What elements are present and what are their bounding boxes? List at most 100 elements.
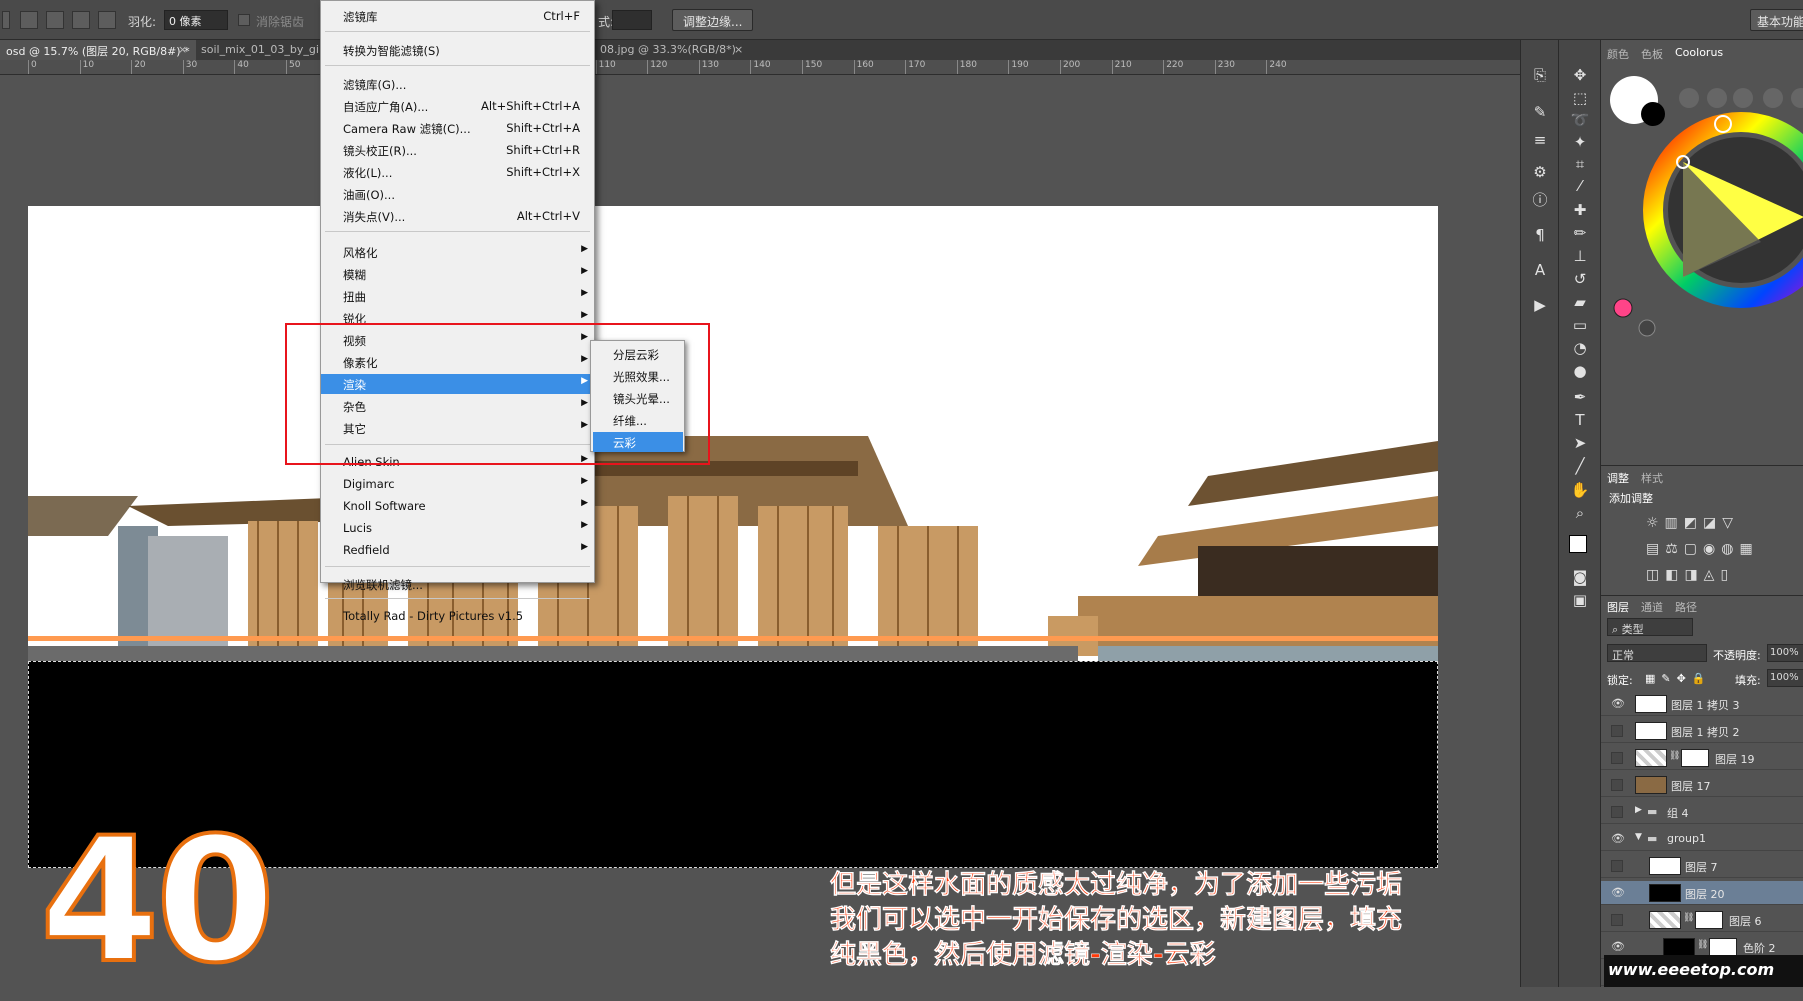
link-icon[interactable]: ⛓ (1683, 913, 1694, 923)
paragraph-icon[interactable]: ¶ (1530, 225, 1550, 245)
filter-menu-item[interactable]: 滤镜库 Ctrl+F (321, 6, 594, 26)
tab-color[interactable]: 颜色 (1607, 46, 1629, 62)
brush-tool-icon[interactable]: ✏ (1570, 223, 1590, 243)
visibility-toggle[interactable] (1611, 779, 1623, 791)
history-icon[interactable]: ⎘ (1530, 65, 1550, 85)
visibility-toggle[interactable] (1611, 752, 1623, 764)
adjustment-icons[interactable]: ☼▥◩◪▽ ▤⚖▢◉◍▦ ◫◧◨◬▯ (1646, 510, 1796, 590)
history-brush-icon[interactable]: ↺ (1570, 269, 1590, 289)
info-icon[interactable]: ⓘ (1530, 190, 1550, 210)
visibility-toggle[interactable] (1611, 860, 1623, 872)
eye-icon[interactable]: 👁 (1611, 832, 1625, 845)
tool-preset-icon[interactable] (2, 11, 10, 29)
filter-menu-item[interactable]: 转换为智能滤镜(S) (321, 40, 594, 60)
filter-menu-item[interactable]: Camera Raw 滤镜(C)... Shift+Ctrl+A (321, 118, 594, 138)
filter-menu-item[interactable]: Digimarc ▶ (321, 474, 594, 494)
layer-row[interactable]: 👁 图层 20 (1601, 881, 1803, 905)
tab-paths[interactable]: 路径 (1675, 599, 1697, 615)
gradient-tool-icon[interactable]: ▭ (1570, 315, 1590, 335)
eraser-icon[interactable]: ▰ (1570, 292, 1590, 312)
new-selection-icon[interactable] (20, 11, 38, 29)
lock-icons[interactable]: ▦✎✥🔒 (1645, 672, 1712, 685)
filter-menu-item[interactable]: 油画(O)... (321, 184, 594, 204)
brush-preset-icon[interactable]: ✎ (1530, 102, 1550, 122)
pen-tool-icon[interactable]: ✒ (1570, 387, 1590, 407)
feather-input[interactable]: 0 像素 (164, 10, 228, 30)
link-icon[interactable]: ⛓ (1669, 751, 1680, 761)
expand-arrow-icon[interactable]: ▶ (1635, 805, 1642, 815)
layer-row[interactable]: 👁 图层 1 拷贝 3 (1601, 692, 1803, 716)
layer-row[interactable]: ▶ ▬ 组 4 (1601, 800, 1803, 824)
screen-mode-icon[interactable]: ▣ (1570, 590, 1590, 610)
layer-row[interactable]: ⛓ 图层 19 (1601, 746, 1803, 770)
doc-tab-jpg[interactable]: 08.jpg @ 33.3%(RGB/8*) (594, 40, 742, 60)
path-select-icon[interactable]: ➤ (1570, 433, 1590, 453)
eye-icon[interactable]: 👁 (1611, 940, 1625, 953)
move-tool-icon[interactable]: ✥ (1570, 65, 1590, 85)
lasso-tool-icon[interactable]: ➰ (1570, 110, 1590, 130)
foreground-color-swatch[interactable] (1569, 535, 1587, 553)
visibility-toggle[interactable] (1611, 806, 1623, 818)
filter-menu-item[interactable]: 自适应广角(A)... Alt+Shift+Ctrl+A (321, 96, 594, 116)
stamp-tool-icon[interactable]: ⊥ (1570, 246, 1590, 266)
antialias-checkbox[interactable] (238, 14, 250, 26)
close-tab-icon[interactable]: × (172, 40, 193, 60)
link-icon[interactable]: ⛓ (1697, 940, 1708, 950)
filter-menu-item[interactable]: 镜头校正(R)... Shift+Ctrl+R (321, 140, 594, 160)
height-input[interactable] (612, 10, 652, 30)
expand-arrow-icon[interactable]: ▼ (1635, 832, 1642, 842)
layer-row[interactable]: ⛓ 图层 6 (1601, 908, 1803, 932)
filter-menu-item[interactable]: Redfield ▶ (321, 540, 594, 560)
add-selection-icon[interactable] (46, 11, 64, 29)
magic-wand-icon[interactable]: ✦ (1570, 132, 1590, 152)
filter-menu-item[interactable]: 模糊 ▶ (321, 264, 594, 284)
filter-menu-item[interactable]: 扭曲 ▶ (321, 286, 594, 306)
line-tool-icon[interactable]: ╱ (1570, 456, 1590, 476)
filter-menu-item[interactable]: Totally Rad - Dirty Pictures v1.5 (321, 606, 594, 626)
adjust-icon[interactable]: ≡ (1530, 130, 1550, 150)
eye-icon[interactable]: 👁 (1611, 697, 1625, 710)
filter-menu-item[interactable]: Lucis ▶ (321, 518, 594, 538)
layer-row[interactable]: 图层 17 (1601, 773, 1803, 797)
type-tool-icon[interactable]: T (1570, 410, 1590, 430)
crop-tool-icon[interactable]: ⌗ (1570, 154, 1590, 174)
filter-menu-item[interactable]: Knoll Software ▶ (321, 496, 594, 516)
subtract-selection-icon[interactable] (72, 11, 90, 29)
clone-source-icon[interactable]: ⚙ (1530, 162, 1550, 182)
eyedropper-icon[interactable]: ⁄ (1570, 176, 1590, 196)
layer-filter-select[interactable]: ⌕ 类型 (1607, 618, 1693, 636)
layer-row[interactable]: 图层 7 (1601, 854, 1803, 878)
tab-layers[interactable]: 图层 (1607, 599, 1629, 615)
tab-adjust[interactable]: 调整 (1607, 470, 1629, 486)
blur-tool-icon[interactable]: ◔ (1570, 338, 1590, 358)
close-tab-icon[interactable]: × (728, 40, 749, 60)
quick-mask-icon[interactable]: ◙ (1570, 567, 1590, 587)
filter-menu-item[interactable]: 滤镜库(G)... (321, 74, 594, 94)
eye-icon[interactable]: 👁 (1611, 886, 1625, 899)
visibility-toggle[interactable] (1611, 725, 1623, 737)
healing-brush-icon[interactable]: ✚ (1570, 200, 1590, 220)
fill-input[interactable]: 100% (1767, 669, 1803, 687)
workspace-button[interactable]: 基本功能 (1750, 9, 1803, 31)
tab-swatches[interactable]: 色板 (1641, 46, 1663, 62)
filter-menu-item[interactable]: 消失点(V)... Alt+Ctrl+V (321, 206, 594, 226)
actions-icon[interactable]: ▶ (1530, 295, 1550, 315)
filter-menu-item[interactable]: 浏览联机滤镜... (321, 574, 594, 594)
intersect-selection-icon[interactable] (98, 11, 116, 29)
filter-menu-item[interactable]: 液化(L)... Shift+Ctrl+X (321, 162, 594, 182)
visibility-toggle[interactable] (1611, 914, 1623, 926)
layer-row[interactable]: 图层 1 拷贝 2 (1601, 719, 1803, 743)
refine-edge-button[interactable]: 调整边缘... (672, 9, 754, 31)
tab-coolorus[interactable]: Coolorus (1675, 46, 1724, 59)
layer-row[interactable]: 👁 ▼ ▬ group1 (1601, 827, 1803, 851)
character-icon[interactable]: A (1530, 260, 1550, 280)
color-wheel[interactable] (1601, 62, 1803, 352)
marquee-tool-icon[interactable]: ⬚ (1570, 88, 1590, 108)
document-canvas[interactable] (28, 206, 1438, 868)
zoom-tool-icon[interactable]: ⌕ (1570, 503, 1590, 523)
dodge-tool-icon[interactable]: ● (1570, 361, 1590, 381)
tab-channels[interactable]: 通道 (1641, 599, 1663, 615)
hand-tool-icon[interactable]: ✋ (1570, 480, 1590, 500)
opacity-input[interactable]: 100% (1767, 644, 1803, 662)
doc-tab-active[interactable]: osd @ 15.7% (图层 20, RGB/8#) * (0, 40, 196, 60)
